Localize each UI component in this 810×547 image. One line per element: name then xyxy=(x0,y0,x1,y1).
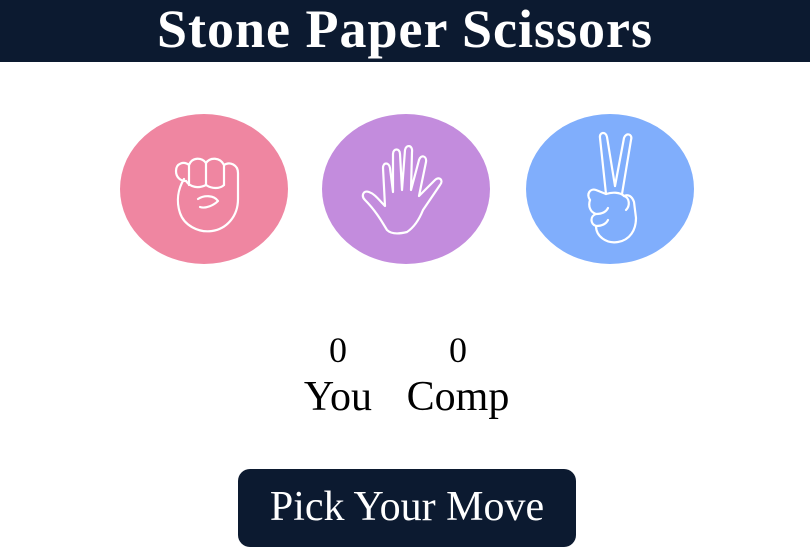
peace-hand-icon xyxy=(587,131,638,244)
scissors-choice-button[interactable] xyxy=(526,114,694,264)
comp-score: 0 Comp xyxy=(388,330,528,422)
user-score: 0 You xyxy=(268,330,408,422)
page-title: Stone Paper Scissors xyxy=(156,0,653,59)
header-bar: Stone Paper Scissors xyxy=(0,0,810,62)
fist-icon xyxy=(174,157,240,233)
user-score-label: You xyxy=(303,374,373,420)
stone-choice-button[interactable] xyxy=(120,114,288,264)
comp-score-label: Comp xyxy=(406,374,510,420)
comp-score-value: 0 xyxy=(449,330,467,370)
user-score-value: 0 xyxy=(329,330,347,370)
paper-choice-button[interactable] xyxy=(322,114,490,264)
open-hand-icon xyxy=(361,145,443,235)
message-button[interactable]: Pick Your Move xyxy=(238,469,576,547)
